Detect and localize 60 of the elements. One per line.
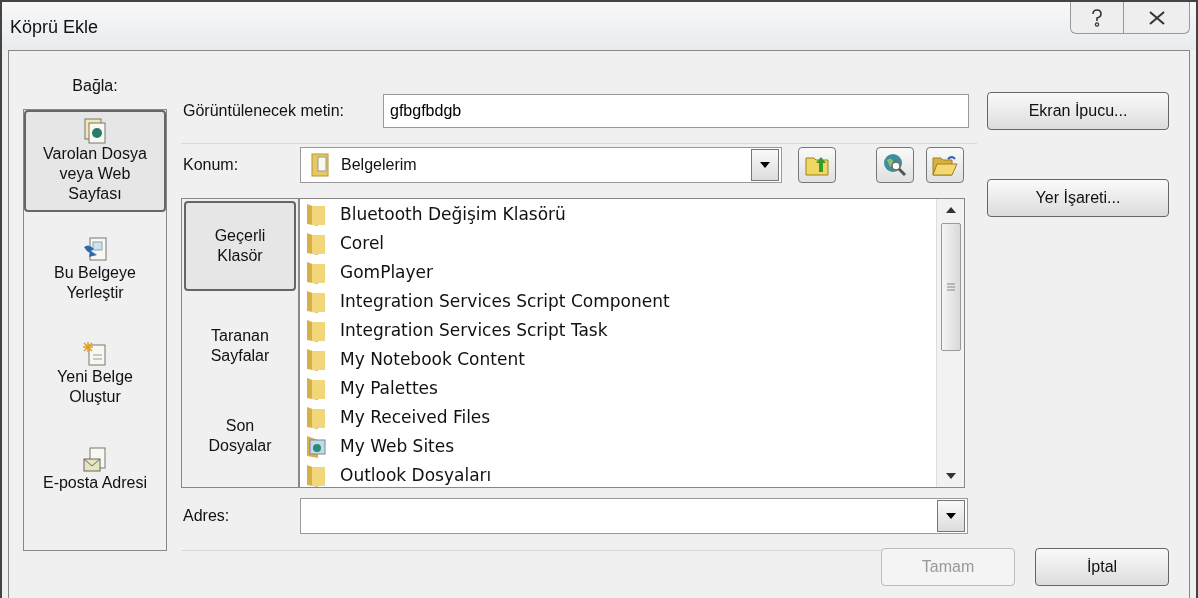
file-item[interactable]: My Notebook Content	[306, 344, 936, 373]
location-dropdown[interactable]: Belgelerim	[300, 147, 782, 183]
folder-icon	[306, 201, 326, 226]
folder-icon	[306, 230, 326, 255]
scroll-down-icon	[945, 473, 956, 479]
file-item[interactable]: Outlook Dosyaları	[306, 460, 936, 489]
file-item[interactable]: My Palettes	[306, 373, 936, 402]
up-folder-button[interactable]	[798, 147, 836, 183]
cancel-button[interactable]: İptal	[1035, 548, 1169, 586]
look-in-tab[interactable]: Taranan Sayfalar	[184, 301, 296, 391]
close-icon	[1147, 10, 1166, 25]
bookmark-button[interactable]: Yer İşareti...	[987, 179, 1169, 217]
help-icon	[1090, 8, 1104, 27]
close-button[interactable]	[1124, 2, 1190, 34]
globe-search-icon	[883, 153, 907, 177]
look-in-tab[interactable]: Geçerli Klasör	[184, 201, 296, 291]
location-label: Konum:	[182, 156, 240, 174]
address-field[interactable]	[300, 498, 968, 534]
open-folder-icon	[932, 154, 958, 176]
scroll-thumb[interactable]	[940, 223, 961, 351]
look-in-tab[interactable]: Son Dosyalar	[184, 391, 296, 481]
link-type-item[interactable]: Varolan Dosya veya Web Sayfası	[24, 110, 166, 212]
folder-icon	[306, 288, 326, 313]
file-item[interactable]: Corel	[306, 228, 936, 257]
dropdown-arrow-icon	[946, 513, 956, 519]
folder-icon	[306, 404, 326, 429]
grip-icon	[946, 283, 955, 291]
dropdown-arrow-icon	[760, 162, 770, 168]
file-item[interactable]: Integration Services Script Component	[306, 286, 936, 315]
document-place-icon	[83, 237, 107, 263]
file-item[interactable]: GomPlayer	[306, 257, 936, 286]
link-type-item[interactable]: Yeni Belge Oluştur	[24, 334, 166, 414]
folder-icon	[306, 462, 326, 487]
folder-icon	[306, 259, 326, 284]
address-label: Adres:	[182, 507, 231, 525]
browse-web-button[interactable]	[876, 147, 914, 183]
file-web-icon	[84, 118, 106, 144]
web-folder-icon	[306, 433, 326, 458]
folder-icon	[306, 346, 326, 371]
folder-up-icon	[805, 154, 829, 176]
browse-file-button[interactable]	[926, 147, 964, 183]
link-type-item[interactable]: Bu Belgeye Yerleştir	[24, 230, 166, 310]
window-title: Köprü Ekle	[10, 17, 99, 38]
display-text-label: Görüntülenecek metin:	[182, 102, 345, 120]
email-icon	[83, 447, 107, 473]
file-item[interactable]: Integration Services Script Task	[306, 315, 936, 344]
display-text-field[interactable]: gfbgfbdgb	[383, 94, 969, 128]
link-type-item[interactable]: E-posta Adresi	[24, 440, 166, 500]
file-item[interactable]: My Web Sites	[306, 431, 936, 460]
scroll-up-icon	[945, 207, 956, 213]
screen-tip-button[interactable]: Ekran İpucu...	[987, 92, 1169, 130]
file-item[interactable]: My Received Files	[306, 402, 936, 431]
help-button[interactable]	[1070, 2, 1124, 34]
folder-icon	[311, 153, 329, 177]
folder-icon	[306, 375, 326, 400]
scrollbar[interactable]	[936, 199, 964, 487]
link-to-label: Bağla:	[72, 77, 118, 95]
folder-icon	[306, 317, 326, 342]
file-item[interactable]: Bluetooth Değişim Klasörü	[306, 199, 936, 228]
new-document-icon	[83, 341, 107, 367]
